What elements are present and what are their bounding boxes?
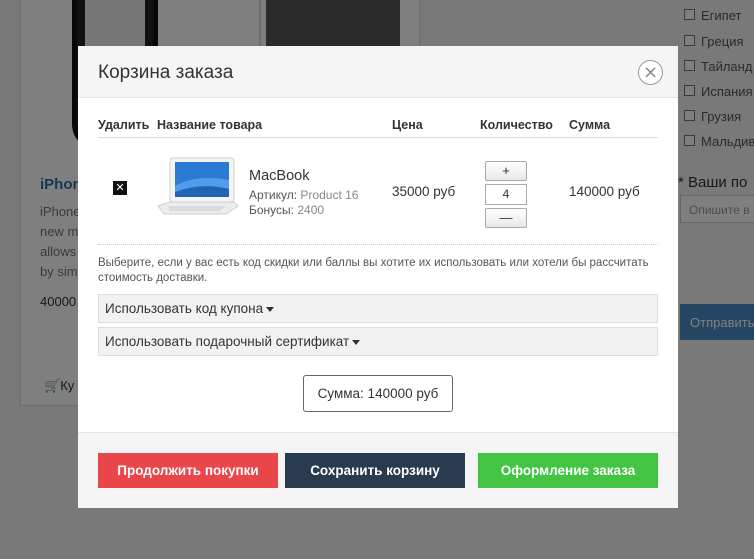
cart-total: Сумма: 140000 руб — [303, 375, 453, 412]
caret-down-icon — [266, 306, 275, 312]
coupon-toggle[interactable]: Использовать код купона — [98, 294, 658, 323]
save-cart-button[interactable]: Сохранить корзину — [285, 453, 465, 488]
item-price: 35000 руб — [392, 184, 456, 199]
column-quantity: Количество — [480, 118, 553, 132]
quantity-decrease-button[interactable]: — — [485, 208, 527, 228]
modal-title: Корзина заказа — [98, 62, 234, 83]
remove-item-icon[interactable]: ✕ — [113, 181, 127, 195]
continue-shopping-button[interactable]: Продолжить покупки — [98, 453, 278, 488]
quantity-increase-button[interactable]: + — [485, 161, 527, 181]
macbook-image — [157, 157, 239, 215]
product-sku: Артикул: Product 16 — [249, 188, 359, 202]
cart-table-header: Удалить Название товара Цена Количество … — [98, 118, 658, 138]
item-sum: 140000 руб — [569, 184, 640, 199]
column-price: Цена — [392, 118, 423, 132]
discount-note: Выберите, если у вас есть код скидки или… — [98, 257, 649, 284]
checkout-button[interactable]: Оформление заказа — [478, 453, 658, 488]
close-icon[interactable]: ⨯ — [638, 60, 663, 85]
certificate-toggle[interactable]: Использовать подарочный сертификат — [98, 327, 658, 356]
column-sum: Сумма — [569, 118, 611, 132]
quantity-input[interactable]: 4 — [485, 184, 527, 205]
column-name: Название товара — [157, 118, 263, 132]
cart-row: ✕ MacBook Артикул: Product 16 Бонусы: 24… — [98, 146, 658, 246]
product-bonus: Бонусы: 2400 — [249, 203, 325, 217]
divider — [98, 244, 658, 245]
column-delete: Удалить — [98, 118, 150, 132]
caret-down-icon — [352, 339, 361, 345]
modal-header: Корзина заказа ⨯ — [78, 46, 678, 98]
cart-modal: Корзина заказа ⨯ Удалить Название товара… — [78, 46, 678, 508]
modal-footer: Продолжить покупки Сохранить корзину Офо… — [78, 432, 678, 508]
product-name[interactable]: MacBook — [249, 168, 309, 184]
